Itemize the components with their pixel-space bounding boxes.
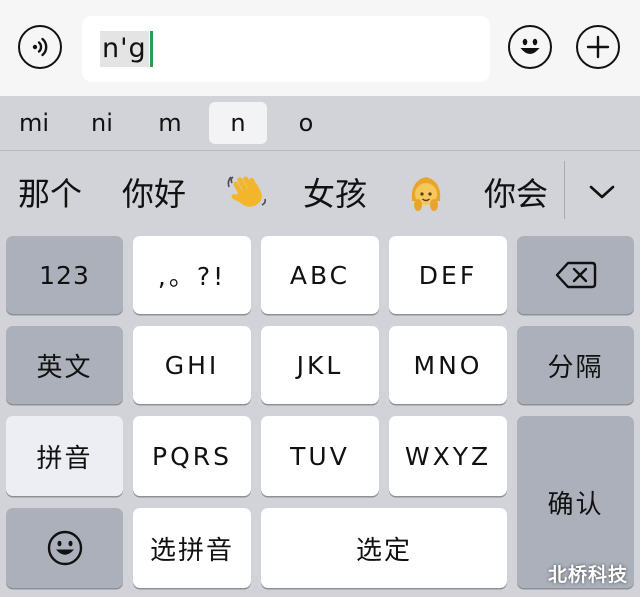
select-pinyin-key[interactable]: 选拼音 (133, 508, 251, 588)
wxyz-key[interactable]: WXYZ (389, 416, 507, 496)
voice-wave-icon (32, 37, 48, 57)
expand-candidates-button[interactable] (578, 169, 626, 215)
watermark-text: 北桥科技 (548, 564, 629, 586)
chevron-down-icon (589, 185, 615, 199)
key-label: 英文 (36, 352, 93, 383)
key-label: 拼音 (36, 443, 93, 474)
add-button[interactable] (576, 25, 620, 69)
voice-input-button[interactable] (18, 25, 62, 69)
key-label: WXYZ (404, 441, 492, 471)
candidate-word[interactable]: 女孩 (303, 169, 367, 215)
pinyin-mode-key[interactable]: 拼音 (6, 416, 123, 496)
girl-face-icon (411, 177, 441, 211)
text-input-field[interactable]: n'g (82, 16, 490, 82)
plus-icon (586, 35, 610, 59)
candidate-word[interactable]: 你好 (122, 169, 186, 215)
candidate-emoji-waving-hand[interactable] (226, 169, 268, 215)
ghi-key[interactable]: GHI (133, 326, 251, 404)
candidate-word[interactable]: 你会 (484, 169, 548, 215)
pinyin-option-mi[interactable]: mi (5, 102, 63, 144)
waving-hand-icon (227, 176, 266, 207)
smiley-face-icon (520, 38, 540, 54)
pinyin-option-m[interactable]: m (141, 102, 199, 144)
jkl-key[interactable]: JKL (261, 326, 379, 404)
pinyin-option-o[interactable]: o (277, 102, 335, 144)
mno-key[interactable]: MNO (389, 326, 507, 404)
candidate-word[interactable]: 那个 (18, 169, 82, 215)
separator-key[interactable]: 分隔 (517, 326, 634, 404)
candidate-separator (564, 161, 565, 219)
key-label: 选拼音 (149, 535, 234, 566)
key-label: ,。?! (157, 262, 227, 291)
text-caret (149, 31, 153, 67)
key-label: 分隔 (547, 352, 604, 383)
key-label: JKL (296, 350, 344, 380)
select-key[interactable]: 选定 (261, 508, 507, 588)
key-label: 选定 (355, 535, 412, 566)
pinyin-segment-strip: mi ni m n o (0, 96, 640, 150)
input-bar: n'g (0, 0, 640, 96)
key-label: TUV (290, 441, 350, 471)
key-label: PQRS (152, 441, 232, 471)
def-key[interactable]: DEF (389, 236, 507, 314)
emoji-keyboard-key[interactable] (6, 508, 123, 588)
smiley-face-icon (47, 530, 82, 566)
key-label: ABC (289, 260, 351, 290)
key-label: 123 (39, 260, 90, 290)
emoji-button[interactable] (508, 25, 552, 69)
abc-key[interactable]: ABC (261, 236, 379, 314)
backspace-key[interactable] (517, 236, 634, 314)
key-label: MNO (413, 350, 483, 380)
candidate-emoji-girl[interactable] (406, 169, 446, 215)
punctuation-key[interactable]: ,。?! (133, 236, 251, 314)
pinyin-option-ni[interactable]: ni (73, 102, 131, 144)
pinyin-option-n-selected[interactable]: n (209, 102, 267, 144)
key-label: 确认 (547, 489, 604, 520)
key-label: GHI (164, 350, 220, 380)
composed-pinyin-text: n'g (100, 31, 149, 67)
numbers-key[interactable]: 123 (6, 236, 123, 314)
backspace-icon (555, 261, 596, 289)
candidate-bar: 那个 你好 女孩 你会 (0, 151, 640, 231)
english-mode-key[interactable]: 英文 (6, 326, 123, 404)
key-label: DEF (418, 260, 478, 290)
pqrs-key[interactable]: PQRS (133, 416, 251, 496)
tuv-key[interactable]: TUV (261, 416, 379, 496)
